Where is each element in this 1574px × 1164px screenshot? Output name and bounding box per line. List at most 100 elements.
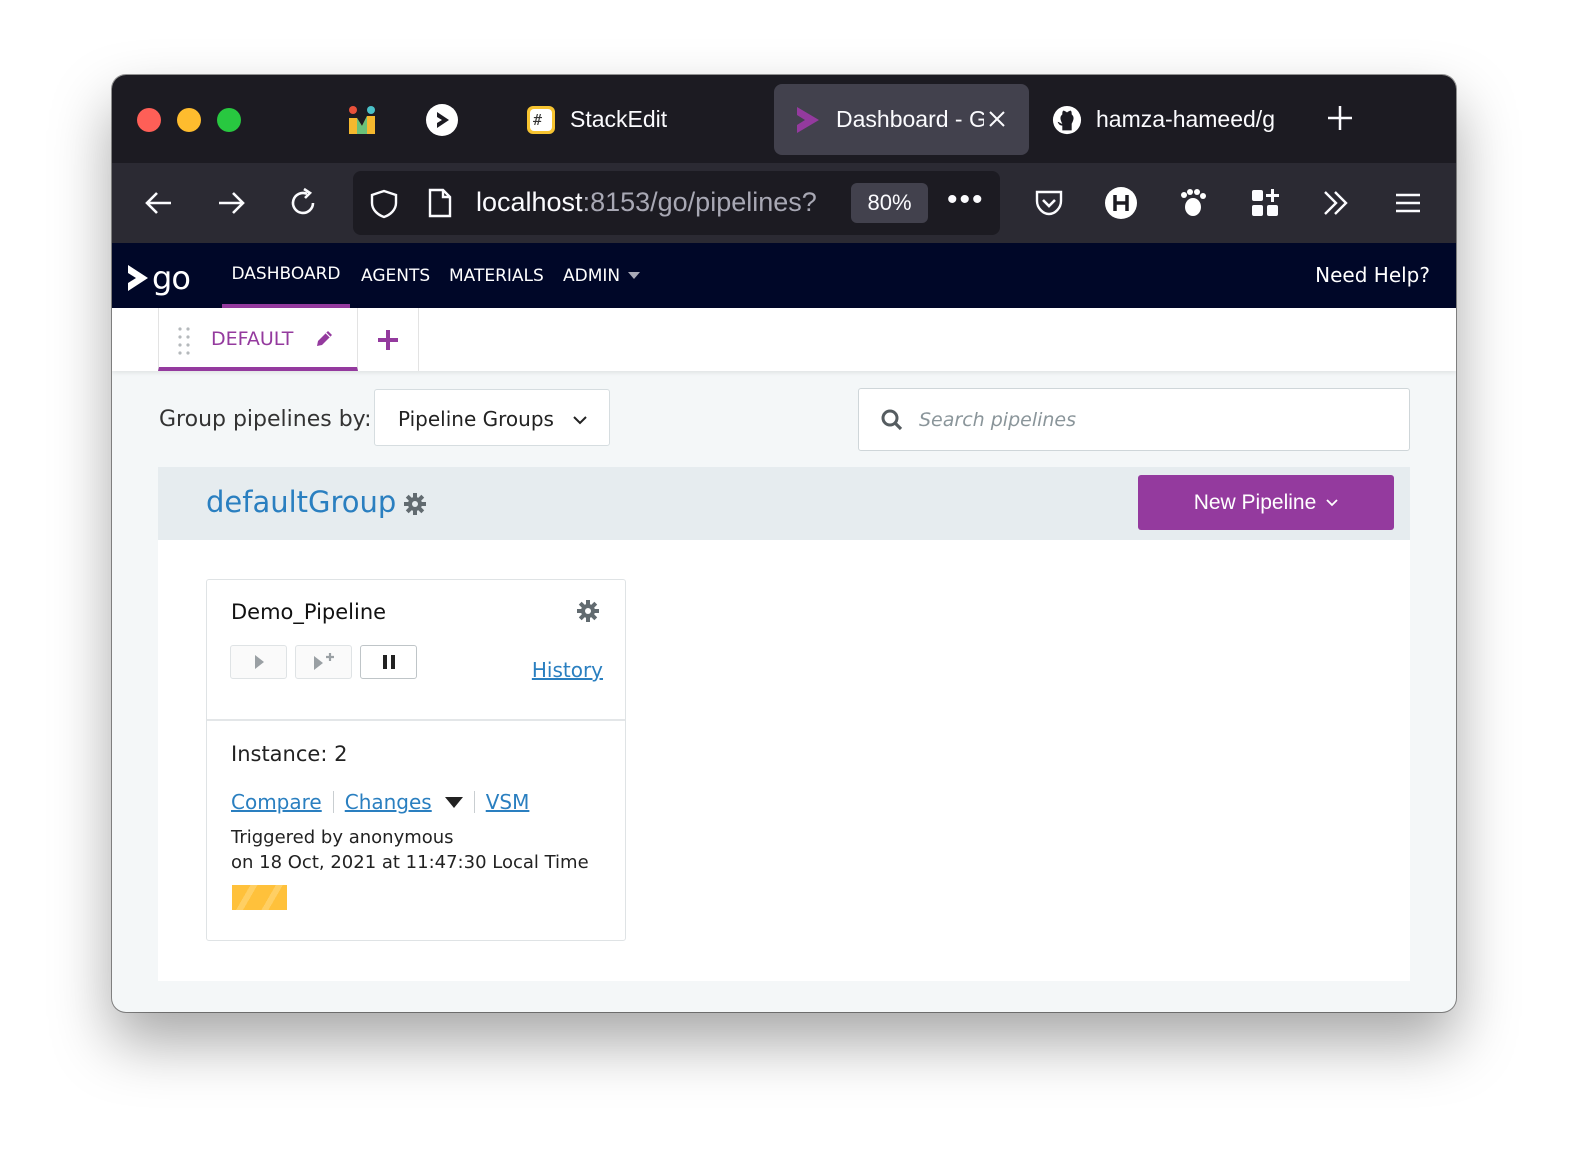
pipeline-settings-gear-icon[interactable] xyxy=(577,600,599,622)
tab-dashboard[interactable]: Dashboard - G xyxy=(774,84,1029,155)
pocket-button[interactable] xyxy=(1025,179,1073,227)
changes-link[interactable]: Changes xyxy=(345,790,432,814)
stackedit-icon: # xyxy=(526,105,556,135)
nav-dashboard[interactable]: DASHBOARD xyxy=(222,243,350,308)
pipeline-card: Demo_Pipeline History Instance: 2 Compar… xyxy=(206,579,626,941)
hamburger-icon xyxy=(1396,193,1420,213)
chevron-down-icon xyxy=(1326,498,1338,506)
chevron-down-icon xyxy=(573,416,587,425)
forward-button[interactable] xyxy=(207,179,255,227)
trigger-button[interactable] xyxy=(230,645,287,679)
link-divider xyxy=(332,791,334,813)
group-by-label: Group pipelines by: xyxy=(159,407,372,432)
new-tab-button[interactable] xyxy=(1320,100,1360,140)
tab-title: hamza-hameed/g xyxy=(1096,106,1275,132)
chevron-double-right-icon xyxy=(1324,191,1348,215)
arrow-right-icon xyxy=(219,192,245,214)
instance-links: Compare Changes VSM xyxy=(231,790,529,814)
minimize-window-button[interactable] xyxy=(177,108,201,132)
close-window-button[interactable] xyxy=(137,108,161,132)
trigger-with-options-button[interactable] xyxy=(295,645,352,679)
pencil-icon[interactable] xyxy=(314,329,334,349)
search-input[interactable] xyxy=(919,403,1389,437)
nav-agents[interactable]: AGENTS xyxy=(361,243,430,308)
instance-label: Instance: 2 xyxy=(231,742,348,766)
grid-plus-icon xyxy=(1252,189,1279,216)
tab-title: StackEdit xyxy=(570,106,668,132)
nav-admin[interactable]: ADMIN xyxy=(563,243,641,308)
extension-gnome-button[interactable] xyxy=(1169,179,1217,227)
browser-window: # StackEdit Dashboard - G hamza-hameed/g… xyxy=(112,75,1456,1012)
plus-icon xyxy=(378,329,398,350)
tab-github[interactable]: hamza-hameed/g xyxy=(1052,84,1276,155)
shield-icon[interactable] xyxy=(369,189,399,219)
url-text[interactable]: localhost:8153/go/pipelines? xyxy=(476,187,836,218)
tab-stackedit[interactable]: # StackEdit xyxy=(522,84,752,155)
drag-handle-icon[interactable] xyxy=(177,326,191,356)
h-extension-icon xyxy=(1105,187,1137,219)
gocd-logo-text: go xyxy=(152,259,191,297)
gocd-logo[interactable]: go xyxy=(126,259,191,297)
nav-admin-label: ADMIN xyxy=(563,265,621,286)
nav-materials[interactable]: MATERIALS xyxy=(449,243,544,308)
back-button[interactable] xyxy=(135,179,183,227)
play-with-options-icon xyxy=(313,653,334,670)
gocd-logo-icon xyxy=(128,265,148,291)
caret-down-icon[interactable] xyxy=(444,796,463,808)
extensions-grid-button[interactable] xyxy=(1241,179,1289,227)
dashboard-tabs: DEFAULT xyxy=(112,308,1456,371)
add-tab-button[interactable] xyxy=(358,308,419,371)
url-path: :8153/go/pipelines? xyxy=(582,187,817,217)
pipeline-group-header: defaultGroup New Pipeline xyxy=(158,467,1410,540)
close-tab-icon[interactable] xyxy=(988,110,1006,128)
group-settings-gear-icon[interactable] xyxy=(404,493,426,515)
compare-link[interactable]: Compare xyxy=(231,790,322,814)
foot-icon xyxy=(1181,189,1206,216)
page-icon[interactable] xyxy=(427,188,453,218)
vsm-link[interactable]: VSM xyxy=(486,790,530,814)
pause-button[interactable] xyxy=(360,645,417,679)
group-by-value: Pipeline Groups xyxy=(398,407,554,431)
history-link[interactable]: History xyxy=(532,658,603,682)
link-divider xyxy=(473,791,475,813)
url-bar[interactable]: localhost:8153/go/pipelines? 80% ••• xyxy=(353,171,1000,235)
search-box xyxy=(858,388,1410,451)
svg-text:#: # xyxy=(533,111,542,129)
nav-toolbar: localhost:8153/go/pipelines? 80% ••• xyxy=(112,163,1456,243)
pinned-tab-2[interactable] xyxy=(425,103,459,137)
app-menu-button[interactable] xyxy=(1384,179,1432,227)
arrow-left-icon xyxy=(145,192,171,214)
zoom-level-button[interactable]: 80% xyxy=(851,183,928,223)
overflow-menu-button[interactable] xyxy=(1312,179,1360,227)
gocd-tab-icon xyxy=(792,105,822,135)
triggered-on-text: on 18 Oct, 2021 at 11:47:30 Local Time xyxy=(231,852,589,873)
zoom-window-button[interactable] xyxy=(217,108,241,132)
group-by-select[interactable]: Pipeline Groups xyxy=(374,389,610,446)
plus-icon xyxy=(1328,106,1352,130)
gocd-icon xyxy=(426,104,458,136)
pipeline-card-header: Demo_Pipeline History xyxy=(207,580,625,721)
caret-down-icon xyxy=(628,271,641,279)
reload-button[interactable] xyxy=(279,179,327,227)
tab-default[interactable]: DEFAULT xyxy=(158,308,358,371)
group-name-link[interactable]: defaultGroup xyxy=(206,485,396,519)
new-pipeline-button[interactable]: New Pipeline xyxy=(1138,475,1394,530)
tab-default-label: DEFAULT xyxy=(211,328,294,350)
stage-status-bar[interactable] xyxy=(232,885,287,910)
search-icon xyxy=(881,409,903,431)
extension-h-button[interactable] xyxy=(1097,179,1145,227)
reload-icon xyxy=(291,187,315,215)
pipeline-name: Demo_Pipeline xyxy=(231,600,387,624)
pinned-tab-1[interactable] xyxy=(345,103,379,137)
tab-strip: # StackEdit Dashboard - G hamza-hameed/g xyxy=(112,75,1456,163)
triggered-by-text: Triggered by anonymous xyxy=(231,827,454,848)
need-help-link[interactable]: Need Help? xyxy=(1315,263,1430,287)
url-host: localhost xyxy=(476,187,583,217)
page-actions-button[interactable]: ••• xyxy=(947,183,985,217)
gocd-header: go DASHBOARD AGENTS MATERIALS ADMIN Need… xyxy=(112,243,1456,308)
new-pipeline-label: New Pipeline xyxy=(1193,490,1317,514)
pocket-icon xyxy=(1035,190,1063,216)
github-icon xyxy=(1052,105,1082,135)
play-icon xyxy=(254,655,264,669)
tab-title: Dashboard - G xyxy=(836,106,984,132)
